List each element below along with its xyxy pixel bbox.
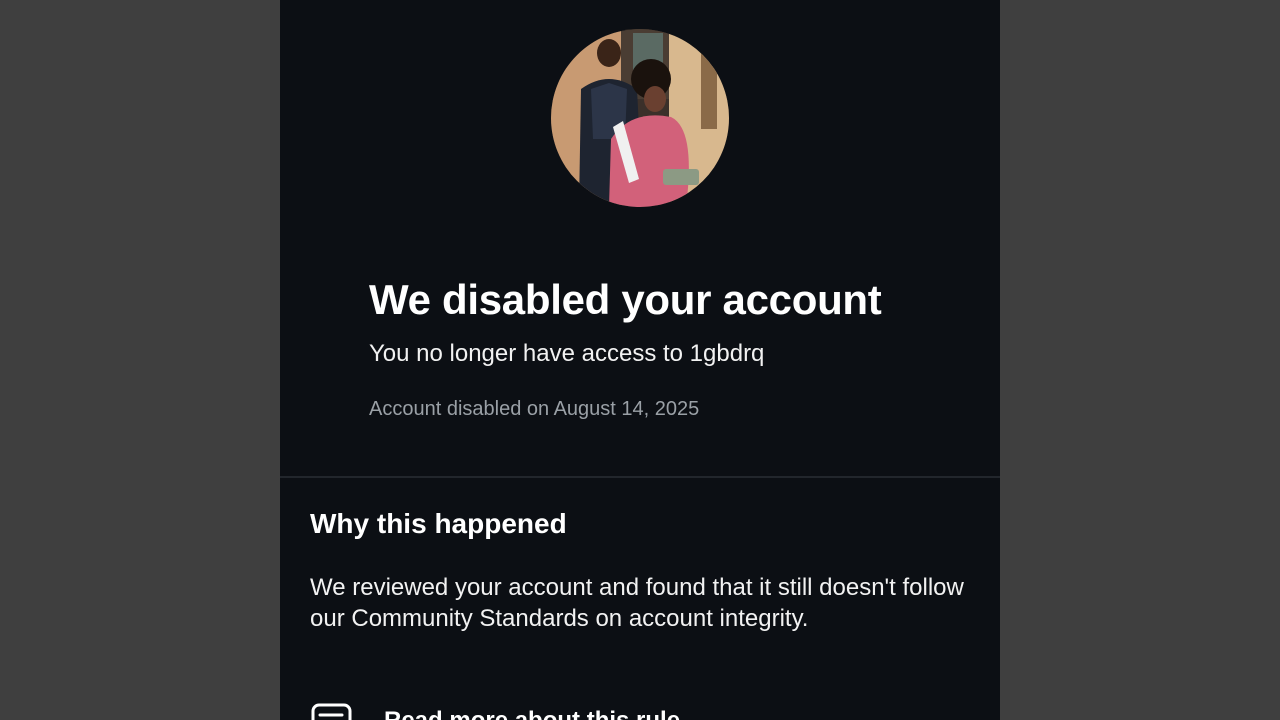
profile-photo <box>551 29 729 207</box>
read-more-rule-link[interactable]: Read more about this rule <box>310 700 970 720</box>
disabled-date: Account disabled on August 14, 2025 <box>369 398 700 420</box>
profile-avatar <box>551 29 729 207</box>
reason-title: Why this happened <box>310 508 567 539</box>
account-disabled-screen: We disabled your account You no longer h… <box>280 0 1000 720</box>
section-divider <box>280 476 1000 478</box>
reason-body: We reviewed your account and found that … <box>310 574 964 632</box>
access-message: You no longer have access to 1gbdrq <box>369 340 765 367</box>
page-title: We disabled your account <box>369 276 882 323</box>
document-icon <box>310 700 354 720</box>
read-more-rule-label: Read more about this rule <box>384 707 680 720</box>
